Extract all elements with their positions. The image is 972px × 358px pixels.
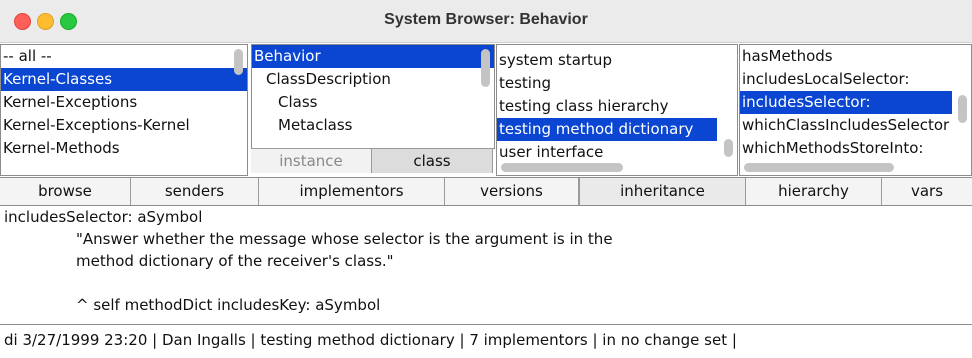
protocol-item-testing-class-hierarchy[interactable]: testing class hierarchy <box>497 95 737 118</box>
hierarchy-button[interactable]: hierarchy <box>746 178 882 205</box>
browser-button-bar: browse senders implementors versions inh… <box>0 177 972 206</box>
class-vertical-scrollbar[interactable] <box>481 49 490 87</box>
method-vertical-scrollbar[interactable] <box>958 95 967 123</box>
method-annotation-status: di 3/27/1999 23:20 | Dan Ingalls | testi… <box>4 331 737 349</box>
category-item-all[interactable]: -- all -- <box>1 45 247 68</box>
code-line-2: "Answer whether the message whose select… <box>76 230 613 248</box>
system-browser-window: System Browser: Behavior -- all -- Kerne… <box>0 0 972 358</box>
category-item-kernel-exceptions-kernel[interactable]: Kernel-Exceptions-Kernel <box>1 114 247 137</box>
category-item-kernel-methods[interactable]: Kernel-Methods <box>1 137 247 160</box>
versions-button[interactable]: versions <box>445 178 579 205</box>
window-title: System Browser: Behavior <box>384 11 588 28</box>
browse-button[interactable]: browse <box>0 178 131 205</box>
protocol-item-system-startup[interactable]: system startup <box>497 49 737 72</box>
category-vertical-scrollbar[interactable] <box>234 49 243 75</box>
class-item-behavior[interactable]: Behavior <box>252 45 494 68</box>
class-item-classdescription[interactable]: ClassDescription <box>252 68 494 91</box>
vars-button[interactable]: vars <box>882 178 972 205</box>
method-item-label: includesSelector: <box>740 91 952 114</box>
method-source-editor[interactable]: includesSelector: aSymbol "Answer whethe… <box>0 206 972 325</box>
instance-class-toggle: instance class <box>251 148 493 173</box>
protocol-list-pane[interactable]: system startup testing testing class hie… <box>496 44 738 176</box>
method-horizontal-scrollbar[interactable] <box>744 163 894 172</box>
implementors-button[interactable]: implementors <box>259 178 445 205</box>
senders-button[interactable]: senders <box>131 178 259 205</box>
protocol-item-testing[interactable]: testing <box>497 72 737 95</box>
category-item-kernel-classes[interactable]: Kernel-Classes <box>1 68 247 91</box>
title-bar: System Browser: Behavior <box>0 0 972 43</box>
method-list-pane[interactable]: hasMethods includesLocalSelector: includ… <box>739 44 972 176</box>
instance-toggle-button[interactable]: instance <box>251 148 372 173</box>
code-line-3: method dictionary of the receiver's clas… <box>76 252 394 270</box>
protocol-item-testing-method-dictionary[interactable]: testing method dictionary <box>497 118 737 141</box>
class-toggle-button[interactable]: class <box>372 148 493 173</box>
method-item-includeslocalselector[interactable]: includesLocalSelector: <box>740 68 971 91</box>
category-list-pane[interactable]: -- all -- Kernel-Classes Kernel-Exceptio… <box>0 44 248 176</box>
protocol-vertical-scrollbar[interactable] <box>724 139 733 157</box>
category-item-kernel-exceptions[interactable]: Kernel-Exceptions <box>1 91 247 114</box>
class-item-label: Behavior <box>254 47 321 65</box>
class-item-metaclass[interactable]: Metaclass <box>252 114 494 137</box>
method-item-includesselector[interactable]: includesSelector: <box>740 91 971 114</box>
method-item-hasmethods[interactable]: hasMethods <box>740 45 971 68</box>
code-line-1: includesSelector: aSymbol <box>4 208 203 226</box>
method-item-whichclassincludesselector[interactable]: whichClassIncludesSelector <box>740 114 971 137</box>
method-item-whichmethodsstoreinto[interactable]: whichMethodsStoreInto: <box>740 137 971 160</box>
inheritance-button[interactable]: inheritance <box>579 178 746 205</box>
code-line-5: ^ self methodDict includesKey: aSymbol <box>76 296 381 314</box>
protocol-item-user-interface[interactable]: user interface <box>497 141 737 164</box>
protocol-horizontal-scrollbar[interactable] <box>501 163 623 172</box>
class-list-pane[interactable]: Behavior ClassDescription Class Metaclas… <box>251 44 495 149</box>
class-item-class[interactable]: Class <box>252 91 494 114</box>
protocol-item-label: testing method dictionary <box>497 118 717 141</box>
